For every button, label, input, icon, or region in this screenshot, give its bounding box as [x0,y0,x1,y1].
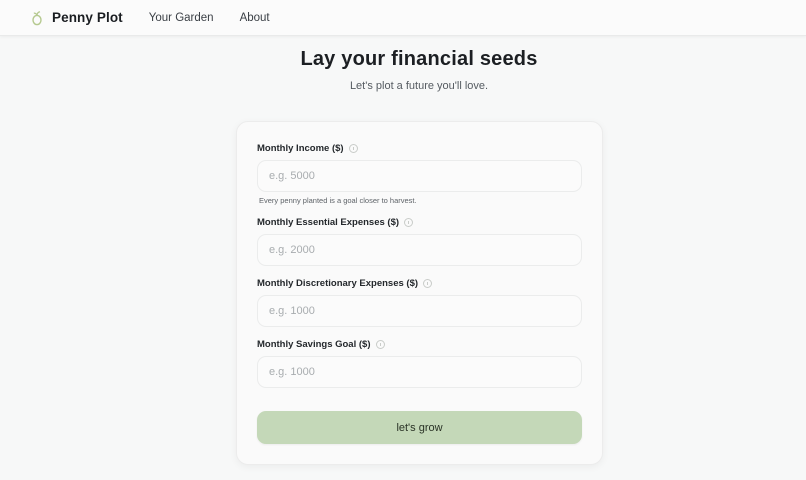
brand-name: Penny Plot [52,10,123,25]
info-icon[interactable] [404,217,414,227]
submit-grow-button[interactable]: let's grow [257,411,582,444]
savings-goal-label: Monthly Savings Goal ($) [257,338,371,350]
info-icon[interactable] [375,339,385,349]
info-icon[interactable] [348,143,358,153]
discretionary-expenses-label: Monthly Discretionary Expenses ($) [257,277,419,289]
nav-link-about[interactable]: About [240,12,270,24]
income-field-group: Monthly Income ($) Every penny planted i… [257,142,583,205]
budget-form-card: Monthly Income ($) Every penny planted i… [236,121,603,465]
income-input[interactable] [257,160,582,192]
top-navbar: Penny Plot Your Garden About [0,0,806,36]
discretionary-expenses-input[interactable] [257,295,582,327]
discretionary-expenses-field-group: Monthly Discretionary Expenses ($) [257,277,583,327]
essential-expenses-label: Monthly Essential Expenses ($) [257,216,400,228]
page-title: Lay your financial seeds [300,48,538,70]
savings-goal-input[interactable] [257,356,582,388]
essential-expenses-field-group: Monthly Essential Expenses ($) [257,216,583,266]
essential-expenses-input[interactable] [257,234,582,266]
page-subtitle: Let's plot a future you'll love. [349,80,489,92]
brand[interactable]: Penny Plot [30,10,123,26]
income-hint: Every penny planted is a goal closer to … [259,196,417,205]
info-icon[interactable] [423,278,433,288]
nav-link-your-garden[interactable]: Your Garden [149,12,214,24]
income-label: Monthly Income ($) [257,142,344,154]
savings-goal-field-group: Monthly Savings Goal ($) [257,338,583,388]
seed-sprout-icon [30,10,44,26]
